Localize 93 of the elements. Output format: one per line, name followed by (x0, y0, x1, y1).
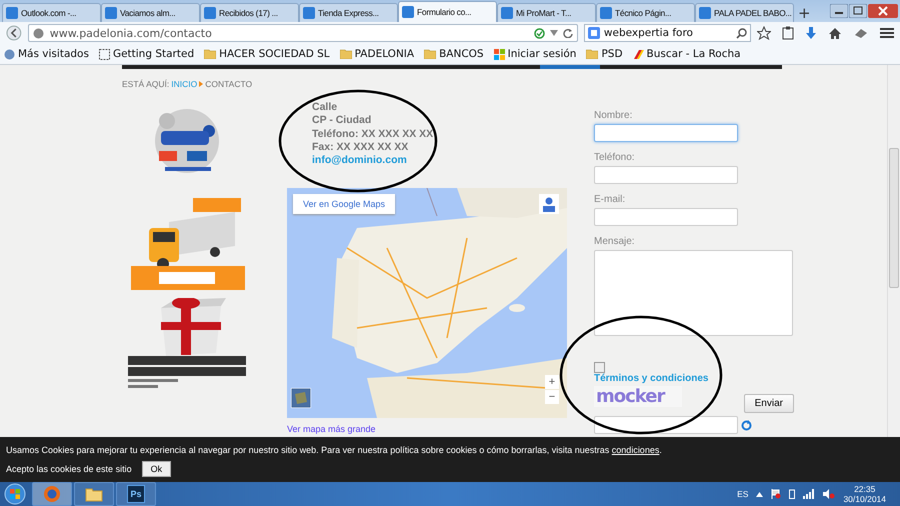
browser-tab[interactable]: Recibidos (17) ... (200, 3, 299, 22)
download-icon[interactable] (805, 26, 817, 40)
submit-button[interactable]: Enviar (744, 394, 794, 413)
flag-icon[interactable] (771, 489, 782, 499)
person-icon (4, 48, 15, 60)
browser-tab[interactable]: Tienda Express... (299, 3, 398, 22)
folder-icon (424, 49, 436, 59)
clock[interactable]: 22:35 30/10/2014 (843, 484, 886, 504)
volume-muted-icon[interactable] (823, 489, 836, 499)
tab-favicon-icon (204, 7, 216, 19)
bookmark-item[interactable]: Buscar - La Rocha (632, 48, 741, 60)
reload-icon[interactable] (562, 28, 573, 38)
close-icon[interactable] (868, 4, 898, 18)
maximize-icon[interactable] (849, 4, 867, 18)
field-label: Mensaje: (594, 236, 636, 247)
dropdown-icon[interactable] (550, 30, 558, 36)
tab-favicon-icon (699, 7, 711, 19)
google-icon (588, 27, 600, 39)
globe-icon (32, 28, 44, 38)
back-icon[interactable] (6, 25, 22, 41)
browser-tab[interactable]: PALA PADEL BABO... (695, 3, 794, 22)
address-field[interactable]: www.padelonia.com/contacto (28, 24, 578, 42)
captcha-image: mocker (594, 386, 682, 407)
zoom-in-button[interactable]: + (545, 375, 559, 390)
refresh-icon[interactable] (741, 420, 752, 430)
photoshop-icon: Ps (127, 485, 145, 503)
bookmark-item[interactable]: PADELONIA (340, 48, 414, 60)
browser-tab[interactable]: Formulario co... (398, 1, 497, 22)
field-label: Teléfono: (594, 152, 636, 163)
input-field[interactable] (594, 208, 738, 226)
breadcrumb-label: ESTÁ AQUÍ: (122, 79, 170, 89)
tab-favicon-icon (105, 7, 117, 19)
signal-icon[interactable] (803, 489, 816, 499)
new-tab-button[interactable]: + (794, 4, 815, 22)
star-icon[interactable] (757, 26, 771, 40)
language-indicator[interactable]: ES (737, 489, 748, 499)
terms-checkbox[interactable] (594, 362, 605, 373)
taskbar-app[interactable] (74, 482, 114, 506)
bookmark-item[interactable]: Más visitados (4, 48, 89, 60)
browser-tab[interactable]: Mi ProMart - T... (497, 3, 596, 22)
message-field[interactable] (594, 250, 793, 336)
contact-line: CP - Ciudad (312, 114, 372, 128)
input-field[interactable] (594, 124, 738, 142)
windows-icon (494, 48, 505, 60)
page-icon (98, 48, 110, 60)
folder-icon (586, 49, 598, 59)
check-icon (534, 28, 545, 38)
browser-tab[interactable]: Técnico Págin... (596, 3, 695, 22)
tab-favicon-icon (501, 7, 513, 19)
field-label: Nombre: (594, 110, 634, 121)
tab-favicon-icon (6, 7, 18, 19)
bookmark-item[interactable]: HACER SOCIEDAD SL (204, 48, 330, 60)
extension-icon[interactable] (853, 27, 869, 39)
folder-icon (340, 49, 352, 59)
browser-tab[interactable]: Vaciamos alm... (101, 3, 200, 22)
battery-icon[interactable] (789, 489, 796, 499)
tab-favicon-icon (600, 7, 612, 19)
chevron-icon (199, 81, 204, 87)
map-button[interactable]: Ver en Google Maps (293, 194, 396, 214)
bookmark-item[interactable]: BANCOS (424, 48, 484, 60)
search-icon[interactable] (736, 28, 747, 38)
tab-favicon-icon (402, 6, 414, 18)
menu-icon[interactable] (880, 27, 894, 39)
folder-icon (85, 486, 103, 502)
conditions-link[interactable]: condiciones (612, 445, 660, 456)
bookmark-item[interactable]: Getting Started (98, 48, 194, 60)
cookie-accept-label: Acepto las cookies de este sitio (6, 464, 132, 474)
satellite-view-icon[interactable] (291, 388, 311, 408)
contact-line: Fax: XX XXX XX XX (312, 140, 410, 154)
clipboard-icon[interactable] (782, 26, 794, 40)
ok-button[interactable]: Ok (142, 461, 172, 478)
home-icon[interactable] (828, 26, 842, 40)
input-field[interactable] (594, 166, 738, 184)
zoom-out-button[interactable]: − (545, 390, 559, 404)
breadcrumb-current: CONTACTO (205, 79, 252, 89)
bookmark-item[interactable]: Iniciar sesión (494, 48, 576, 60)
browser-tab[interactable]: Outlook.com -... (2, 3, 101, 22)
search-field[interactable]: webexpertia foro (584, 24, 751, 42)
minimize-icon[interactable] (830, 4, 848, 18)
captcha-field[interactable] (594, 416, 738, 434)
map-link[interactable]: Ver mapa más grande (287, 424, 567, 434)
folder-icon (204, 49, 216, 59)
contact-line: Teléfono: XX XXX XX XX (312, 128, 434, 141)
cookie-notice: Usamos Cookies para mejorar tu experiencia al navegar por nuestro sitio web. Para ver nuestra política sobre cookies o cómo borrarlas, visita nuestras condiciones. (6, 444, 663, 456)
scrollbar-thumb[interactable] (889, 148, 899, 288)
browser-icon (43, 485, 61, 503)
stripe-icon (632, 48, 644, 60)
tab-favicon-icon (303, 7, 315, 19)
bookmark-item[interactable]: PSD (586, 48, 623, 60)
contact-line: Calle (312, 101, 338, 114)
taskbar-app[interactable]: Ps (116, 482, 156, 506)
field-label: E-mail: (594, 194, 626, 205)
chevron-up-icon[interactable] (756, 492, 764, 496)
